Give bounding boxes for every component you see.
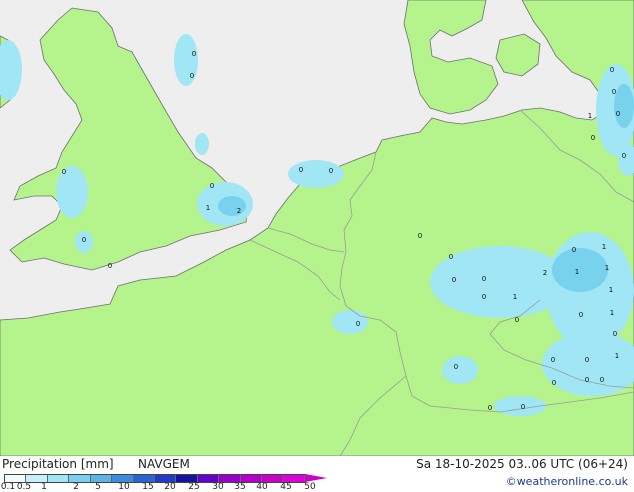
point-value-label: 0 (62, 168, 66, 176)
point-value-label: 0 (192, 50, 196, 58)
colorbar-segment (47, 475, 70, 482)
point-value-label: 0 (482, 293, 486, 301)
precip-area (442, 356, 478, 384)
point-value-label: 0 (329, 167, 333, 175)
precip-area (174, 34, 198, 86)
point-value-label: 0 (600, 376, 604, 384)
point-value-label: 0 (585, 356, 589, 364)
point-value-label: 0 (515, 316, 519, 324)
map-canvas: 0 0 0 0 0 1 2 0 0 0 0 0 0 0 0 0 1 2 1 1 0 1 1 0 0 1 0 0 0 0 1 0 0 0 0 0 0 0 1 0… (0, 0, 634, 456)
point-value-label: 0 (190, 72, 194, 80)
point-value-label: 0 (616, 110, 620, 118)
colorbar-segment (262, 475, 284, 482)
point-value-label: 0 (454, 363, 458, 371)
colorbar-segment (283, 475, 305, 482)
precip-area (332, 310, 368, 334)
credit-link[interactable]: ©weatheronline.co.uk (506, 475, 628, 488)
precipitation-map: 0 0 0 0 0 1 2 0 0 0 0 0 0 0 0 0 1 2 1 1 0 1 1 0 0 1 0 0 0 0 1 0 0 0 0 0 0 0 1 0… (0, 0, 634, 456)
point-value-label: 1 (609, 286, 613, 294)
precip-area (288, 160, 344, 188)
colorbar-segment (176, 475, 198, 482)
point-value-label: 1 (513, 293, 517, 301)
colorbar-segment (69, 475, 91, 482)
point-value-label: 0 (452, 276, 456, 284)
point-value-label: 0 (521, 403, 525, 411)
colorbar-segment (240, 475, 263, 482)
point-value-label: 0 (82, 236, 86, 244)
colorbar-segment (26, 475, 48, 482)
point-value-label: 0 (572, 246, 576, 254)
point-value-label: 1 (575, 268, 579, 276)
point-value-label: 0 (585, 376, 589, 384)
point-value-label: 1 (602, 243, 606, 251)
point-value-label: 0 (610, 66, 614, 74)
colorbar-extend-arrow (305, 474, 327, 482)
point-value-label: 0 (299, 166, 303, 174)
point-value-label: 1 (615, 352, 619, 360)
point-value-label: 0 (356, 320, 360, 328)
precip-core-area (614, 84, 634, 128)
point-value-label: 0 (612, 88, 616, 96)
point-value-label: 0 (210, 182, 214, 190)
point-value-label: 0 (108, 262, 112, 270)
point-value-label: 1 (610, 309, 614, 317)
point-value-label: 0 (418, 232, 422, 240)
point-value-label: 1 (605, 264, 609, 272)
point-value-label: 2 (543, 269, 547, 277)
point-value-label: 1 (206, 204, 210, 212)
colorbar-segment (90, 475, 113, 482)
precip-area (195, 133, 209, 155)
colorbar-segment (112, 475, 134, 482)
point-value-label: 0 (551, 356, 555, 364)
point-value-label: 1 (588, 112, 592, 120)
footer-bar: Precipitation [mm] NAVGEM Sa 18-10-2025 … (0, 456, 634, 492)
colorbar-segment (197, 475, 220, 482)
point-value-label: 0 (488, 404, 492, 412)
run-time: Sa 18-10-2025 03..06 UTC (06+24) (416, 457, 628, 471)
model-name: NAVGEM (138, 457, 190, 471)
point-value-label: 0 (482, 275, 486, 283)
point-value-label: 0 (613, 330, 617, 338)
colorbar-segment (219, 475, 241, 482)
colorbar-segment (5, 475, 27, 482)
point-value-label: 0 (622, 152, 626, 160)
colorbar-segment (154, 475, 177, 482)
point-value-label: 0 (579, 311, 583, 319)
point-value-label: 2 (237, 207, 241, 215)
point-value-label: 0 (591, 134, 595, 142)
precip-core-area (218, 196, 246, 216)
colorbar-segment (133, 475, 155, 482)
point-value-label: 0 (449, 253, 453, 261)
point-value-label: 0 (552, 379, 556, 387)
legend-title: Precipitation [mm] (2, 457, 114, 471)
precip-core-area (552, 248, 608, 292)
